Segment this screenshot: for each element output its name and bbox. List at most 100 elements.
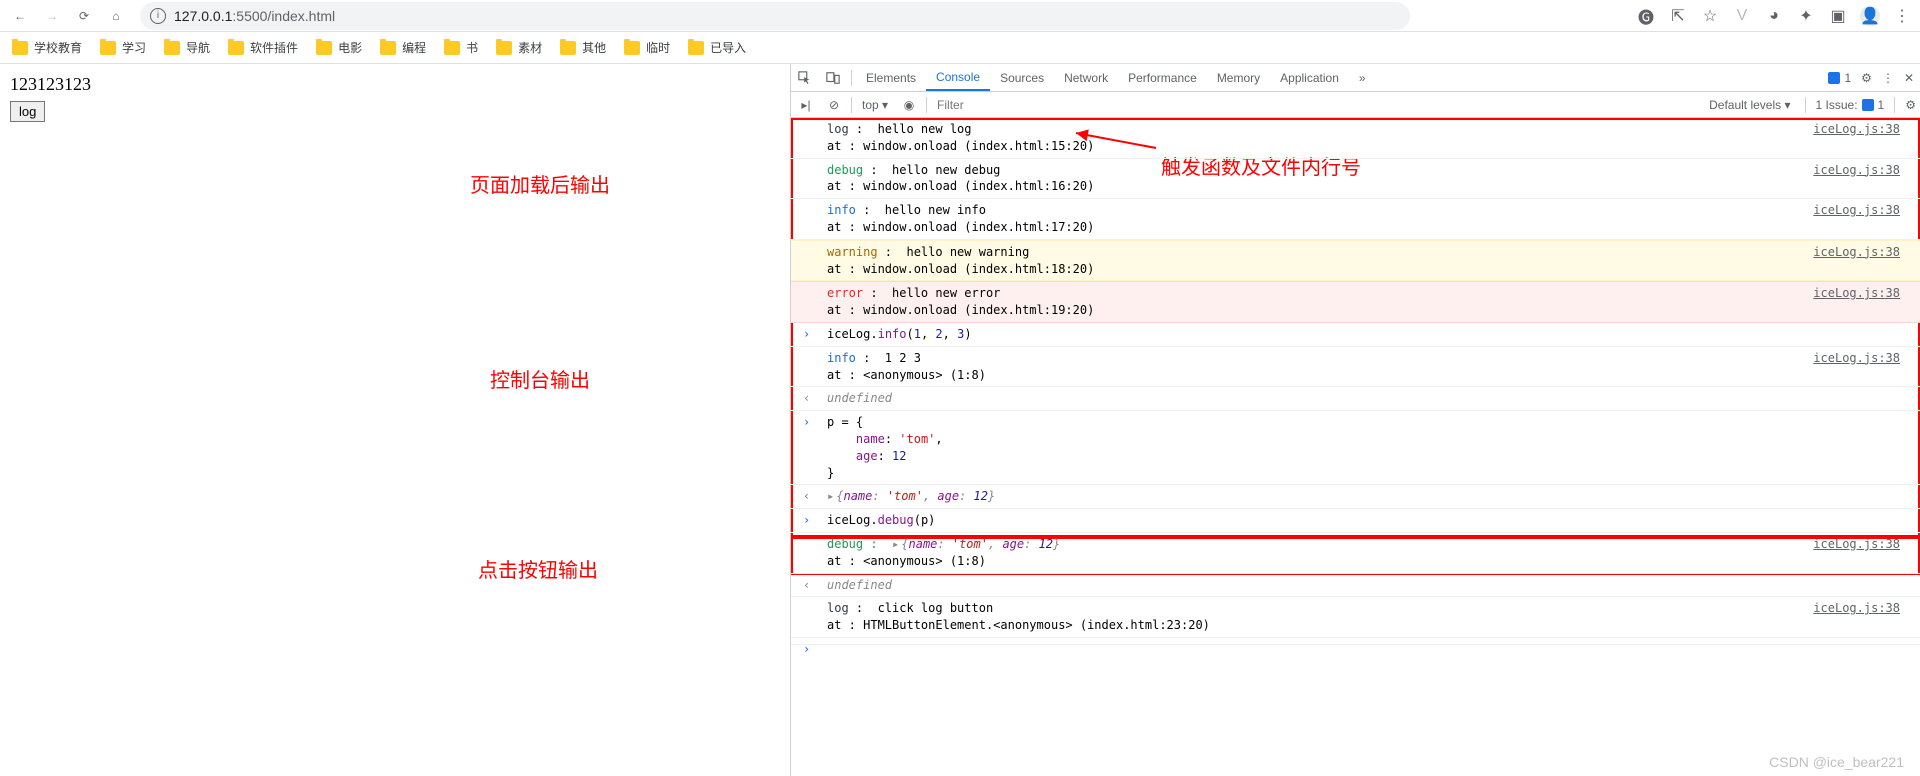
log-message: debug : ▸{name: 'tom', age: 12} at : <an…: [827, 536, 1813, 570]
info-icon: i: [150, 8, 166, 24]
url-bar[interactable]: i 127.0.0.1:5500/index.html: [140, 2, 1410, 30]
console-body[interactable]: 触发函数及文件内行号 log : hello new log at : wind…: [791, 118, 1920, 776]
bookmark-item[interactable]: 软件插件: [228, 39, 298, 56]
more-icon[interactable]: ⋮: [1882, 71, 1894, 85]
input-prompt-icon: ›: [803, 641, 810, 658]
folder-icon: [12, 41, 28, 55]
log-source-link[interactable]: iceLog.js:38: [1813, 121, 1900, 155]
log-source-link[interactable]: iceLog.js:38: [1813, 536, 1900, 570]
bookmark-item[interactable]: 编程: [380, 39, 426, 56]
log-source-link[interactable]: iceLog.js:38: [1813, 600, 1900, 634]
bookmarks-bar: 学校教育 学习 导航 软件插件 电影 编程 书 素材 其他 临时 已导入: [0, 32, 1920, 64]
star-icon[interactable]: ☆: [1700, 6, 1720, 26]
bookmark-item[interactable]: 电影: [316, 39, 362, 56]
console-row: log : hello new log at : window.onload (…: [791, 118, 1920, 159]
annotation-console: 控制台输出: [490, 364, 590, 393]
levels-dropdown[interactable]: Default levels ▾: [1705, 98, 1794, 112]
console-row: ‹▸{name: 'tom', age: 12}: [791, 485, 1920, 509]
forward-button[interactable]: →: [40, 4, 64, 28]
folder-icon: [164, 41, 180, 55]
bookmark-item[interactable]: 已导入: [688, 39, 746, 56]
filter-input[interactable]: [937, 98, 1699, 112]
close-icon[interactable]: ✕: [1904, 71, 1914, 85]
bookmark-label: 书: [466, 39, 478, 56]
bookmark-item[interactable]: 书: [444, 39, 478, 56]
devtools-tab-console[interactable]: Console: [926, 64, 990, 91]
folder-icon: [496, 41, 512, 55]
console-row: info : hello new info at : window.onload…: [791, 199, 1920, 240]
browser-toolbar: ← → ⟳ ⌂ i 127.0.0.1:5500/index.html 🅖 ⇱ …: [0, 0, 1920, 32]
bookmark-item[interactable]: 其他: [560, 39, 606, 56]
input-prompt-icon: ›: [803, 326, 810, 343]
console-sidebar-icon[interactable]: ▸|: [795, 98, 817, 112]
log-source-link[interactable]: iceLog.js:38: [1813, 202, 1900, 236]
extensions-icon[interactable]: ✦: [1796, 6, 1816, 26]
menu-icon[interactable]: ⋮: [1892, 6, 1912, 26]
console-row: log : click log button at : HTMLButtonEl…: [791, 597, 1920, 638]
bookmark-item[interactable]: 临时: [624, 39, 670, 56]
console-toolbar: ▸| ⊘ top ▾ ◉ Default levels ▾ 1 Issue: 1…: [791, 92, 1920, 118]
message-badge[interactable]: 1: [1828, 71, 1851, 85]
context-dropdown[interactable]: top ▾: [858, 98, 892, 112]
url-text: 127.0.0.1:5500/index.html: [174, 8, 335, 24]
device-icon[interactable]: [819, 71, 847, 85]
log-source-link[interactable]: iceLog.js:38: [1813, 350, 1900, 384]
folder-icon: [444, 41, 460, 55]
folder-icon: [316, 41, 332, 55]
log-source-link[interactable]: iceLog.js:38: [1813, 244, 1900, 278]
tabs-more[interactable]: »: [1349, 64, 1376, 91]
console-settings-icon[interactable]: ⚙: [1905, 98, 1916, 112]
watermark: CSDN @ice_bear221: [1769, 754, 1904, 770]
folder-icon: [228, 41, 244, 55]
console-input: iceLog.debug(p): [827, 512, 1900, 529]
ext2-icon[interactable]: ◕: [1764, 6, 1784, 26]
devtools-tab-application[interactable]: Application: [1270, 64, 1349, 91]
devtools-tab-elements[interactable]: Elements: [856, 64, 926, 91]
console-row: error : hello new error at : window.onlo…: [791, 281, 1920, 323]
translate-icon[interactable]: 🅖: [1636, 6, 1656, 26]
reload-button[interactable]: ⟳: [72, 4, 96, 28]
clear-console-icon[interactable]: ⊘: [823, 98, 845, 112]
settings-icon[interactable]: ⚙: [1861, 71, 1872, 85]
profile-avatar[interactable]: 👤: [1860, 6, 1880, 26]
console-return: ▸{name: 'tom', age: 12}: [827, 488, 1900, 505]
devtools-tab-performance[interactable]: Performance: [1118, 64, 1207, 91]
home-button[interactable]: ⌂: [104, 4, 128, 28]
log-source-link[interactable]: iceLog.js:38: [1813, 285, 1900, 319]
v-ext-icon[interactable]: V: [1732, 6, 1752, 26]
bookmark-label: 导航: [186, 39, 210, 56]
log-message: log : click log button at : HTMLButtonEl…: [827, 600, 1813, 634]
back-button[interactable]: ←: [8, 4, 32, 28]
issues-badge[interactable]: 1 Issue: 1: [1816, 98, 1885, 112]
bookmark-item[interactable]: 素材: [496, 39, 542, 56]
bookmark-item[interactable]: 学校教育: [12, 39, 82, 56]
console-input: iceLog.info(1, 2, 3): [827, 326, 1900, 343]
console-row: › iceLog.info(1, 2, 3): [791, 323, 1920, 347]
bookmark-label: 素材: [518, 39, 542, 56]
console-row: ›iceLog.debug(p): [791, 509, 1920, 533]
inspect-icon[interactable]: [791, 71, 819, 85]
folder-icon: [560, 41, 576, 55]
bookmark-label: 临时: [646, 39, 670, 56]
devtools-tab-sources[interactable]: Sources: [990, 64, 1054, 91]
folder-icon: [688, 41, 704, 55]
log-source-link[interactable]: iceLog.js:38: [1813, 162, 1900, 196]
console-row: ›p = { name: 'tom', age: 12 }: [791, 411, 1920, 485]
share-icon[interactable]: ⇱: [1668, 6, 1688, 26]
return-icon: ‹: [803, 577, 810, 594]
devtools-panel: ElementsConsoleSourcesNetworkPerformance…: [790, 64, 1920, 776]
bookmark-label: 学校教育: [34, 39, 82, 56]
eye-icon[interactable]: ◉: [898, 98, 920, 112]
bookmark-item[interactable]: 学习: [100, 39, 146, 56]
console-return: undefined: [827, 390, 1900, 407]
page-content: 123123123 log 页面加载后输出 控制台输出 点击按钮输出: [0, 64, 790, 776]
devtools-tab-network[interactable]: Network: [1054, 64, 1118, 91]
log-message: error : hello new error at : window.onlo…: [827, 285, 1813, 319]
bookmark-label: 其他: [582, 39, 606, 56]
devtools-tab-memory[interactable]: Memory: [1207, 64, 1270, 91]
console-row: ‹undefined: [791, 387, 1920, 411]
annotation-click: 点击按钮输出: [478, 554, 598, 583]
bookmark-item[interactable]: 导航: [164, 39, 210, 56]
panel-icon[interactable]: ▣: [1828, 6, 1848, 26]
log-button[interactable]: log: [10, 101, 45, 122]
